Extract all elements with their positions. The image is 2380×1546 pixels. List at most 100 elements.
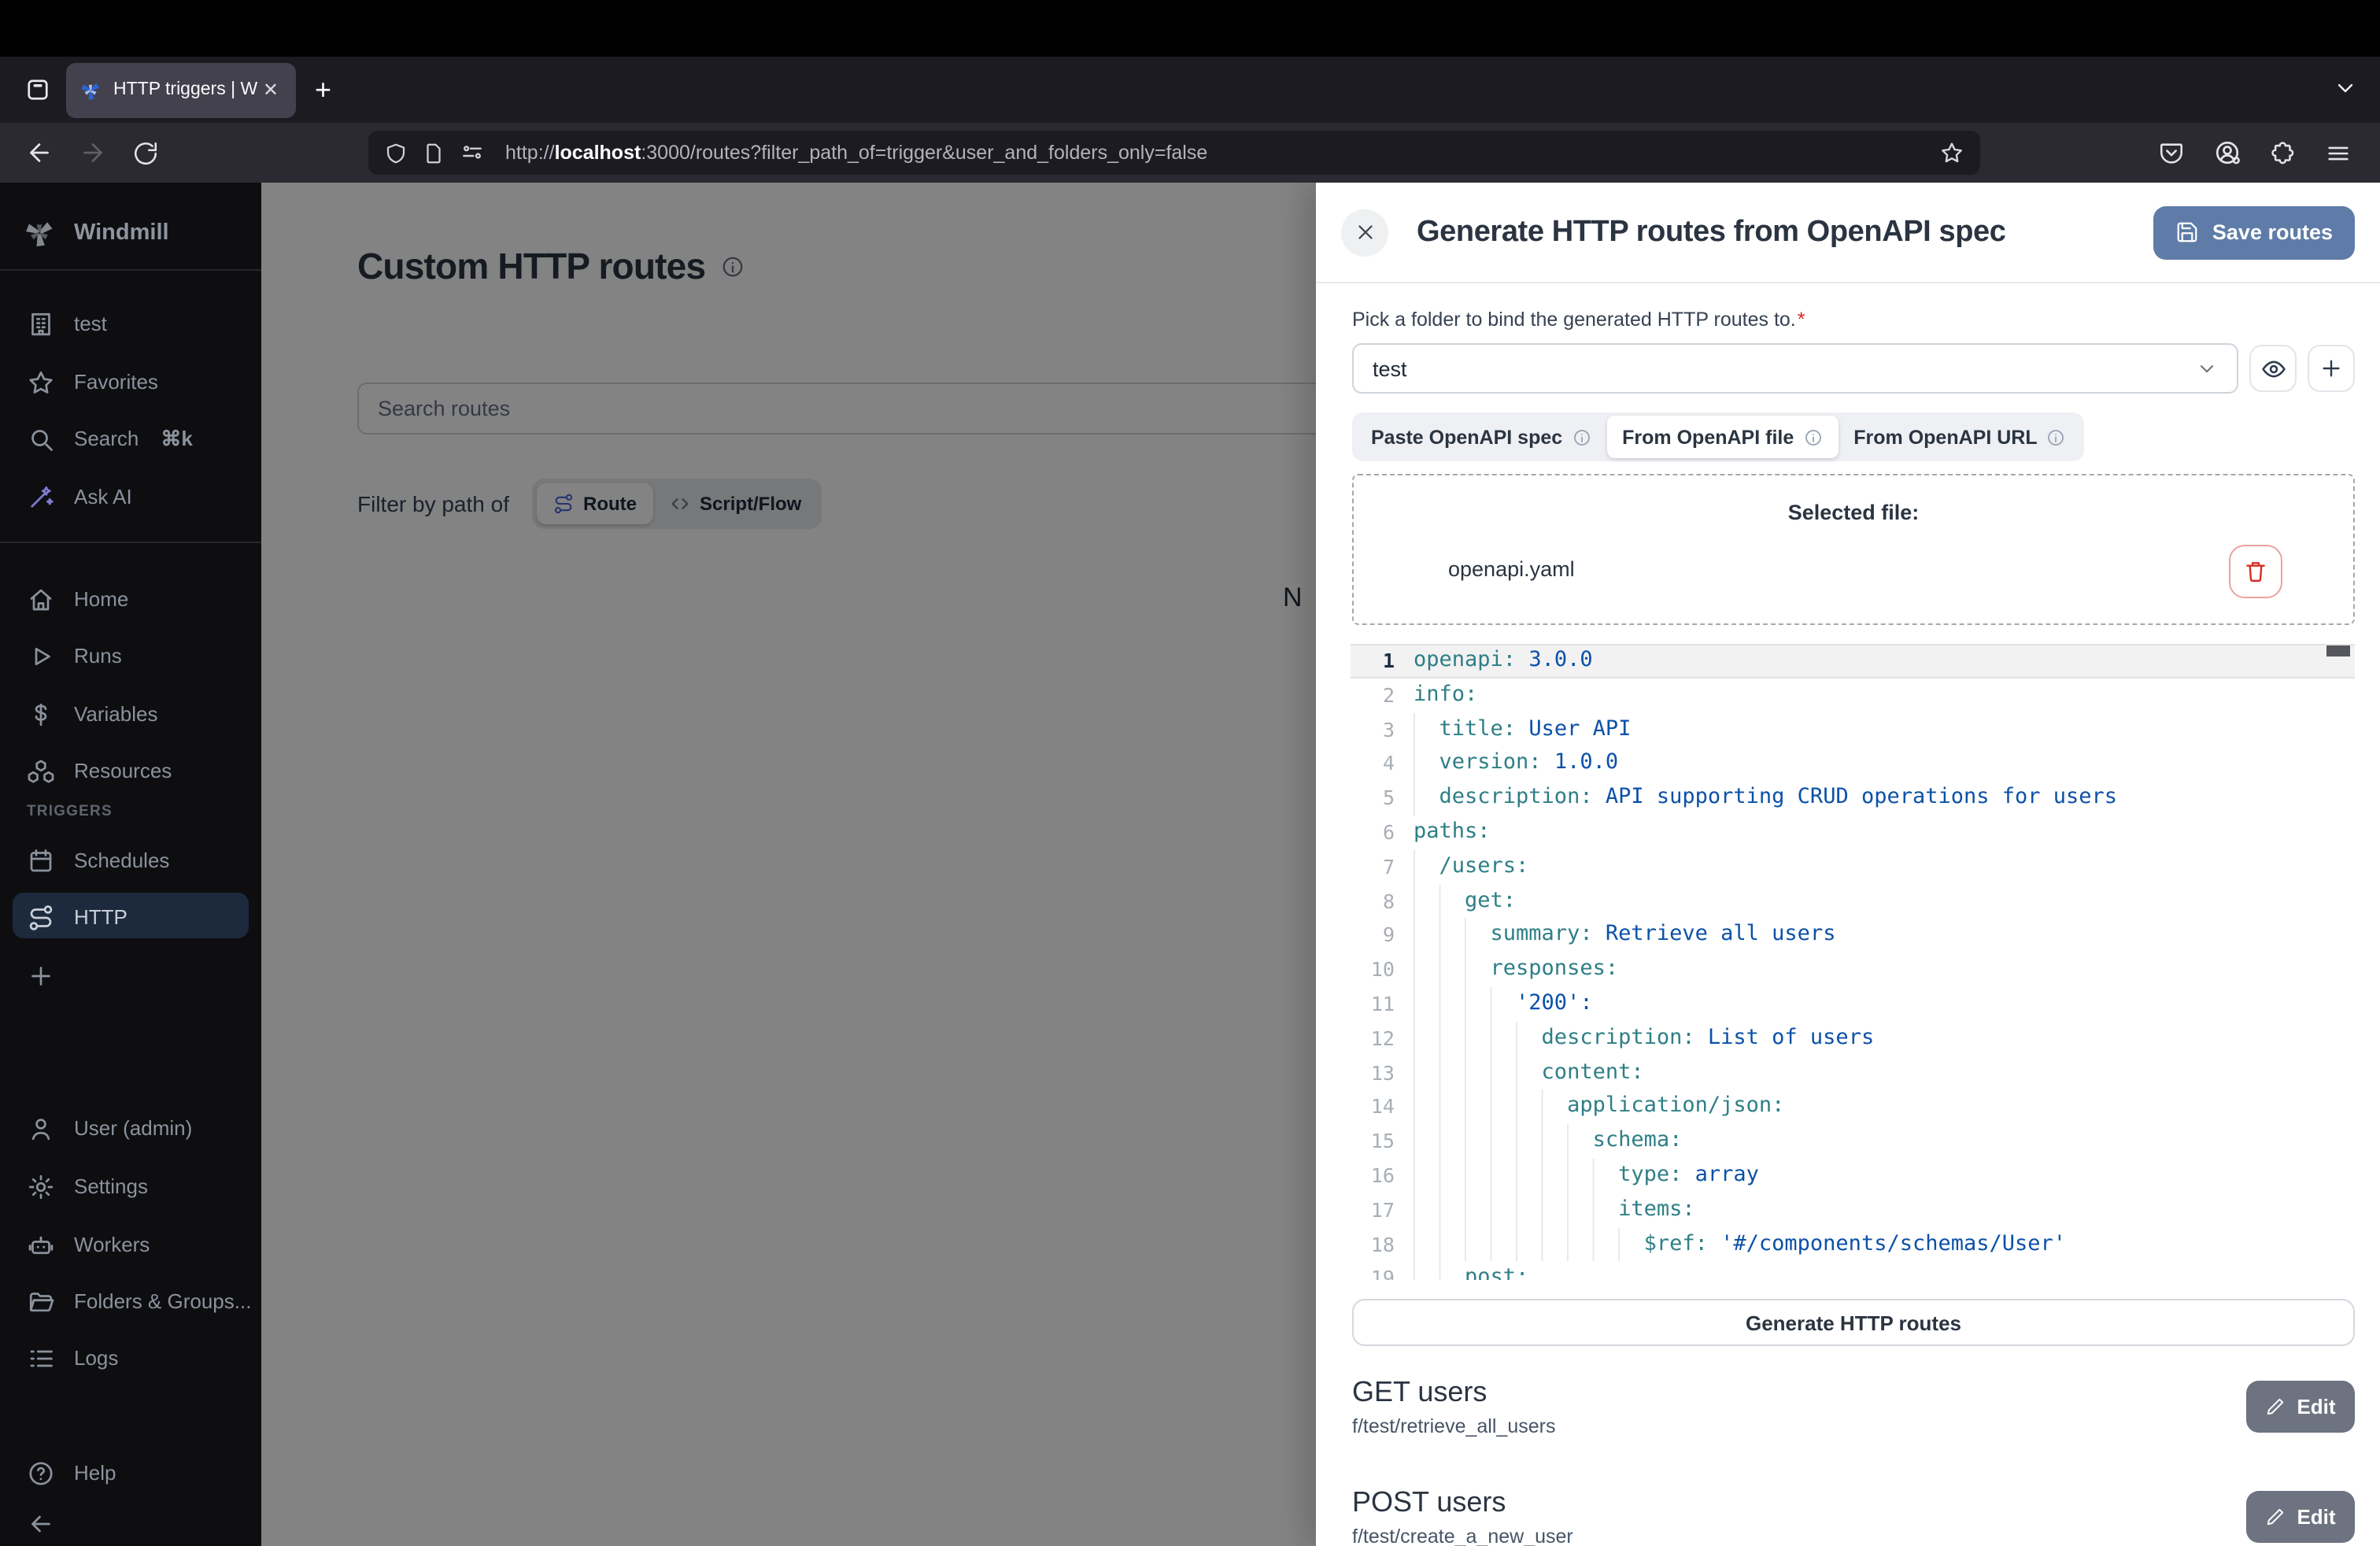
windmill-logo-icon (22, 216, 57, 250)
info-icon[interactable] (2047, 427, 2066, 446)
logs-icon (27, 1344, 55, 1372)
tab-from-openapi-file[interactable]: From OpenAPI file (1606, 416, 1838, 458)
star-icon (27, 368, 55, 396)
arrow-left-icon (27, 1509, 55, 1537)
browser-tab-bar: HTTP triggers | Windmill ✕ + (0, 57, 2380, 123)
reload-icon[interactable] (132, 139, 159, 166)
sidebar-add-button[interactable] (0, 954, 261, 997)
permissions-icon[interactable] (460, 140, 485, 165)
sidebar-collapse-button[interactable] (0, 1502, 261, 1544)
sidebar-item-search[interactable]: Search ⌘k (0, 417, 261, 460)
toolbar-right-icons (2158, 123, 2380, 183)
shield-icon[interactable] (384, 141, 408, 165)
code-line: 12 description: List of users (1351, 1022, 2355, 1056)
route-row: POST users f/test/create_a_new_user Edit (1352, 1475, 2355, 1546)
url-text: http://localhost:3000/routes?filter_path… (505, 142, 1927, 164)
route-path: f/test/create_a_new_user (1352, 1525, 1573, 1546)
workspace-name: Windmill (74, 220, 169, 246)
selected-file-name: openapi.yaml (1448, 557, 1575, 581)
close-button[interactable] (1341, 209, 1388, 256)
sidebar-item-favorites[interactable]: Favorites (0, 361, 261, 403)
selected-file-label: Selected file: (1354, 501, 2353, 524)
editor-scrollbar-thumb[interactable] (2326, 645, 2350, 656)
account-icon[interactable] (2213, 139, 2241, 167)
code-line: 14 application/json: (1351, 1090, 2355, 1125)
sidebar-item-settings[interactable]: Settings (0, 1165, 261, 1208)
openapi-code-editor[interactable]: 1openapi: 3.0.0 2info: 3 title: User API… (1351, 644, 2355, 1280)
pocket-icon[interactable] (2158, 139, 2185, 166)
sidebar-item-variables[interactable]: Variables (0, 693, 261, 735)
help-icon (27, 1459, 55, 1487)
sidebar-item-home[interactable]: Home (0, 578, 261, 620)
sidebar-item-runs[interactable]: Runs (0, 634, 261, 677)
list-tabs-chevron-icon[interactable] (2333, 76, 2358, 101)
code-line: 6paths: (1351, 816, 2355, 850)
back-icon[interactable] (25, 139, 54, 167)
info-icon[interactable] (1572, 427, 1591, 446)
browser-tab[interactable]: HTTP triggers | Windmill ✕ (66, 62, 296, 117)
home-icon (27, 585, 55, 613)
macos-menubar (0, 0, 2380, 57)
view-folder-button[interactable] (2249, 345, 2297, 392)
plus-icon (2319, 356, 2344, 381)
code-line: 15 schema: (1351, 1124, 2355, 1159)
code-line: 19 post: (1351, 1262, 2355, 1280)
spec-source-tabs: Paste OpenAPI spec From OpenAPI file Fro… (1352, 412, 2085, 461)
sidebar-item-ask-ai[interactable]: Ask AI (0, 475, 261, 518)
forward-icon[interactable] (79, 139, 107, 167)
extensions-puzzle-icon[interactable] (2270, 139, 2297, 166)
close-icon (1353, 220, 1377, 244)
search-shortcut: ⌘k (161, 426, 192, 451)
code-line: 13 content: (1351, 1056, 2355, 1090)
chevron-down-icon (2196, 357, 2218, 379)
new-tab-button[interactable]: + (315, 73, 331, 106)
sidebar-item-logs[interactable]: Logs (0, 1337, 261, 1379)
dollar-icon (27, 700, 55, 728)
sidebar-item-folders-groups[interactable]: Folders & Groups... (0, 1280, 261, 1322)
bookmark-star-icon[interactable] (1939, 140, 1964, 165)
search-icon (27, 424, 55, 453)
plus-icon (27, 961, 55, 989)
tab-close-icon[interactable]: ✕ (258, 79, 283, 101)
trash-icon (2243, 559, 2268, 584)
sidebar-item-resources[interactable]: Resources (0, 749, 261, 792)
sidebar-item-http[interactable]: HTTP (0, 896, 261, 938)
tab-from-openapi-url[interactable]: From OpenAPI URL (1838, 416, 2081, 458)
sidebar-item-user[interactable]: User (admin) (0, 1107, 261, 1149)
code-line: 11 '200': (1351, 987, 2355, 1022)
code-line: 5 description: API supporting CRUD opera… (1351, 781, 2355, 816)
menu-hamburger-icon[interactable] (2325, 139, 2352, 166)
info-icon[interactable] (1803, 427, 1822, 446)
pencil-icon (2265, 1396, 2286, 1416)
sidebar-item-help[interactable]: Help (0, 1452, 261, 1494)
sidebar-item-workers[interactable]: Workers (0, 1223, 261, 1266)
eye-icon (2260, 355, 2286, 382)
route-row: GET users f/test/retrieve_all_users Edit (1352, 1365, 2355, 1447)
firefox-view-icon[interactable] (19, 71, 57, 109)
generate-http-routes-button[interactable]: Generate HTTP routes (1352, 1299, 2355, 1346)
save-icon (2176, 220, 2200, 244)
play-icon (27, 642, 55, 670)
code-line: 2info: (1351, 679, 2355, 713)
tab-paste-openapi-spec[interactable]: Paste OpenAPI spec (1355, 416, 1606, 458)
page-info-icon[interactable] (422, 141, 445, 165)
selected-file-box: Selected file: openapi.yaml (1352, 474, 2355, 625)
tab-title: HTTP triggers | Windmill (113, 80, 258, 99)
code-line: 8 get: (1351, 884, 2355, 919)
sidebar-item-workspace[interactable]: test (0, 302, 261, 345)
sidebar-item-schedules[interactable]: Schedules (0, 839, 261, 882)
edit-route-button[interactable]: Edit (2246, 1380, 2355, 1432)
remove-file-button[interactable] (2229, 545, 2282, 598)
web-page: Windmill test Favorites Search ⌘k Ask AI (0, 183, 2380, 1546)
route-title: POST users (1352, 1485, 1573, 1518)
boxes-icon (27, 756, 55, 785)
code-line: 4 version: 1.0.0 (1351, 747, 2355, 782)
folder-select[interactable]: test (1352, 343, 2238, 394)
add-folder-button[interactable] (2308, 345, 2355, 392)
building-icon (27, 309, 55, 338)
url-bar[interactable]: http://localhost:3000/routes?filter_path… (368, 131, 1980, 175)
save-routes-button[interactable]: Save routes (2154, 205, 2355, 259)
edit-route-button[interactable]: Edit (2246, 1490, 2355, 1542)
code-line: 18 $ref: '#/components/schemas/User' (1351, 1227, 2355, 1262)
pencil-icon (2265, 1506, 2286, 1526)
